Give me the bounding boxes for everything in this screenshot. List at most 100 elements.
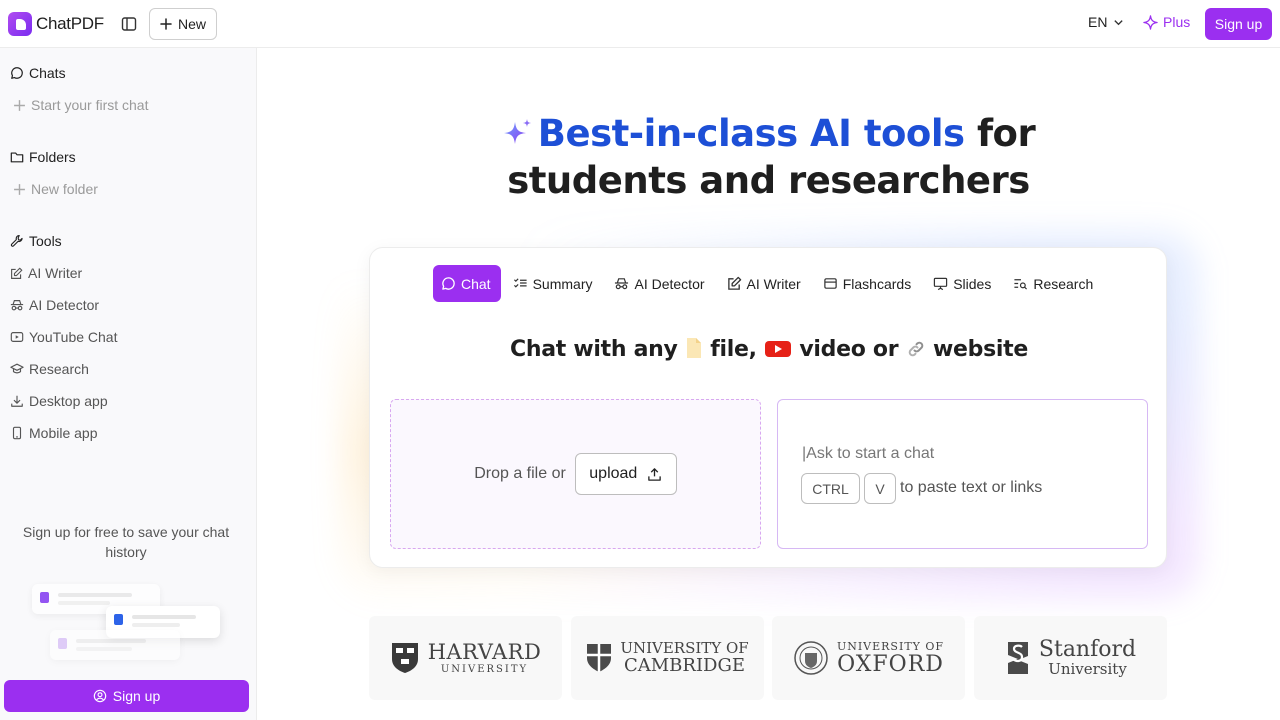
title-part: video or xyxy=(792,337,906,362)
hero-highlight: Best-in-class AI tools xyxy=(537,112,965,155)
search-list-icon xyxy=(1014,279,1028,290)
university-line1: UNIVERSITY OF xyxy=(836,639,945,653)
pencil-square-icon xyxy=(727,276,741,290)
sidebar-toggle-icon[interactable] xyxy=(119,14,139,34)
youtube-icon xyxy=(765,341,792,357)
start-first-chat-link[interactable]: Start your first chat xyxy=(13,95,148,115)
signup-label: Sign up xyxy=(112,688,161,704)
tab-label: AI Detector xyxy=(634,275,705,292)
tab-summary[interactable]: Summary xyxy=(503,265,603,302)
chat-bubble-icon xyxy=(442,277,455,290)
university-line1: UNIVERSITY OF xyxy=(620,639,749,657)
sidebar-item-label: Mobile app xyxy=(29,425,98,441)
pencil-square-icon xyxy=(11,267,23,279)
tab-label: Chat xyxy=(461,275,491,292)
sidebar-item-ai-writer[interactable]: AI Writer xyxy=(10,263,82,283)
plus-upgrade-button[interactable]: Plus xyxy=(1143,14,1190,30)
sidebar-item-label: Desktop app xyxy=(29,393,108,409)
university-line2: OXFORD xyxy=(837,651,944,677)
folders-section-header: Folders xyxy=(10,147,76,167)
sidebar-item-label: YouTube Chat xyxy=(29,329,118,345)
signup-button-sidebar[interactable]: Sign up xyxy=(4,680,249,712)
sidebar: Chats Start your first chat Folders New … xyxy=(0,48,257,720)
kbd-v: V xyxy=(864,473,896,504)
university-line2: CAMBRIDGE xyxy=(623,655,746,676)
tab-ai-writer[interactable]: AI Writer xyxy=(717,265,811,302)
detective-icon xyxy=(615,278,629,290)
link-icon xyxy=(908,341,923,357)
plus-icon xyxy=(160,18,172,30)
tab-research[interactable]: Research xyxy=(1003,265,1103,302)
download-icon xyxy=(11,395,23,407)
upload-icon xyxy=(648,467,662,481)
card-title: Chat with any file, video or website xyxy=(370,337,1168,362)
detective-icon xyxy=(10,300,24,311)
sidebar-item-desktop-app[interactable]: Desktop app xyxy=(10,391,108,411)
university-line2: UNIVERSITY xyxy=(440,663,529,675)
drop-text: Drop a file or xyxy=(474,465,566,482)
plus-icon xyxy=(14,99,25,111)
tab-label: Slides xyxy=(953,275,992,292)
sidebar-item-youtube-chat[interactable]: YouTube Chat xyxy=(10,327,117,347)
sparkle-icon xyxy=(1143,14,1158,30)
sidebar-item-label: AI Detector xyxy=(29,297,100,313)
sidebar-item-mobile-app[interactable]: Mobile app xyxy=(10,423,98,443)
tool-card: Chat Summary AI Detector AI Writer Flash… xyxy=(369,247,1167,568)
university-name: Stanford University xyxy=(1039,639,1136,677)
oxford-logo: UNIVERSITY OF OXFORD xyxy=(772,616,965,700)
user-circle-icon xyxy=(93,689,107,703)
brand-name: ChatPDF xyxy=(36,14,104,33)
new-folder-label: New folder xyxy=(31,181,98,197)
signup-button-header[interactable]: Sign up xyxy=(1205,8,1272,40)
hero-line2: students and researchers xyxy=(507,159,1030,202)
start-first-chat-label: Start your first chat xyxy=(31,97,149,113)
top-bar: ChatPDF New EN Plus Sign up xyxy=(0,0,1280,48)
chat-input-box[interactable]: |Ask to start a chat CTRL V to paste tex… xyxy=(777,399,1148,549)
sidebar-item-ai-detector[interactable]: AI Detector xyxy=(10,295,99,315)
tab-label: Research xyxy=(1033,275,1094,292)
tab-ai-detector[interactable]: AI Detector xyxy=(604,265,714,302)
sidebar-item-research[interactable]: Research xyxy=(10,359,89,379)
title-part: Chat with any xyxy=(510,337,685,362)
title-part: file, xyxy=(702,337,765,362)
checklist-icon xyxy=(513,278,527,288)
graduation-cap-icon xyxy=(10,363,24,374)
brand-logo[interactable]: ChatPDF xyxy=(8,12,104,36)
chats-section-header: Chats xyxy=(10,63,66,83)
new-chat-button[interactable]: New xyxy=(149,8,217,40)
file-dropzone[interactable]: Drop a file or upload xyxy=(390,399,761,549)
stanford-s-icon xyxy=(1007,642,1028,674)
upload-button[interactable]: upload xyxy=(574,453,677,495)
tab-chat[interactable]: Chat xyxy=(433,265,501,302)
title-part: website xyxy=(925,337,1028,362)
chatpdf-logo-icon xyxy=(8,12,32,36)
tab-flashcards[interactable]: Flashcards xyxy=(813,265,921,302)
new-folder-link[interactable]: New folder xyxy=(13,179,98,199)
paste-hint: to paste text or links xyxy=(900,479,1043,496)
file-emoji-icon xyxy=(686,338,701,358)
chat-input[interactable]: |Ask to start a chat xyxy=(802,445,934,463)
chevron-down-icon xyxy=(1114,19,1124,25)
play-square-icon xyxy=(10,332,24,342)
chat-placeholder: Ask to start a chat xyxy=(806,445,935,462)
plus-icon xyxy=(14,183,25,195)
tab-slides[interactable]: Slides xyxy=(923,265,1001,302)
tool-tabs: Chat Summary AI Detector AI Writer Flash… xyxy=(433,265,1105,302)
tab-label: Summary xyxy=(532,275,593,292)
chats-label: Chats xyxy=(29,65,66,81)
signup-note: Sign up for free to save your chat histo… xyxy=(22,524,230,560)
oxford-crest-icon xyxy=(794,641,828,675)
presentation-icon xyxy=(933,277,948,291)
tab-label: AI Writer xyxy=(746,275,801,292)
tab-label: Flashcards xyxy=(842,275,912,292)
university-line1: Stanford xyxy=(1038,637,1137,662)
cambridge-logo: UNIVERSITY OF CAMBRIDGE xyxy=(571,616,764,700)
language-selector[interactable]: EN xyxy=(1088,14,1124,30)
harvard-shield-icon xyxy=(391,643,418,673)
kbd-ctrl: CTRL xyxy=(801,473,860,504)
folders-label: Folders xyxy=(29,149,76,165)
university-name: UNIVERSITY OF CAMBRIDGE xyxy=(620,641,748,675)
language-label: EN xyxy=(1088,14,1108,30)
university-name: UNIVERSITY OF OXFORD xyxy=(837,641,944,676)
tools-label: Tools xyxy=(29,233,62,249)
